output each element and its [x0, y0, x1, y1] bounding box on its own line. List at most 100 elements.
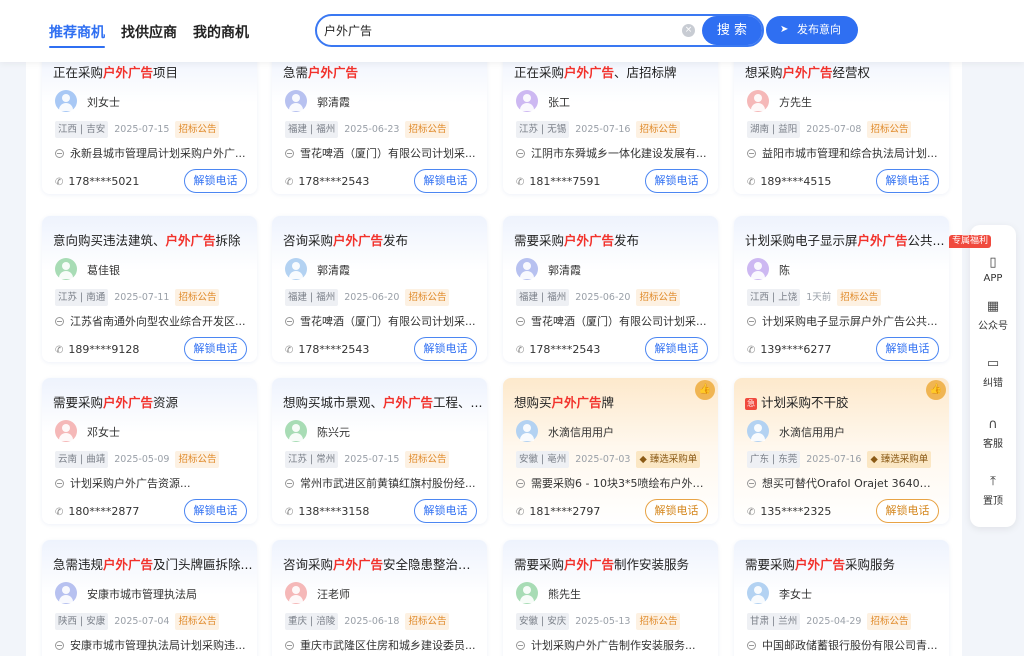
clear-icon[interactable]: × [682, 24, 695, 37]
card-meta: 安徽 | 亳州 2025-07-03 ◆ 臻选采购单 [516, 451, 701, 468]
unlock-phone-button[interactable]: 解锁电话 [876, 337, 939, 361]
unlock-phone-button[interactable]: 解锁电话 [645, 337, 708, 361]
post-date: 2025-07-15 [344, 454, 400, 465]
opportunity-card[interactable]: 意向购买违法建筑、户外广告拆除 葛佳银 江苏 | 南通 2025-07-11 招标公告江… [42, 216, 257, 362]
contact-name: 方先生 [779, 96, 812, 109]
tender-tag: 招标公告 [837, 289, 882, 306]
contact-name: 安康市城市管理执法局 [87, 588, 197, 601]
phone-icon: ✆ [285, 507, 294, 518]
card-title[interactable]: 需要采购户外广告资源 [53, 394, 253, 412]
contact-name: 汪老师 [317, 588, 350, 601]
unlock-phone-button[interactable]: 解锁电话 [184, 337, 247, 361]
phone-number: ✆ 180****2877 [55, 505, 139, 518]
tab-find-suppliers[interactable]: 找供应商 [121, 22, 177, 42]
location-tag: 福建 | 福州 [285, 121, 339, 138]
card-title[interactable]: 正在采购户外广告项目 [53, 64, 253, 82]
card-title[interactable]: 需要采购户外广告采购服务 [745, 556, 945, 574]
opportunity-card[interactable]: 正在采购户外广告、店招标牌 张工 江苏 | 无锡 2025-07-16 招标公告 江阴市东… [503, 48, 718, 194]
card-title[interactable]: 急需户外广告 [283, 64, 483, 82]
card-title[interactable]: 想采购户外广告经营权 [745, 64, 945, 82]
card-meta: 江西 | 上饶 1天前 招标公告 [747, 289, 882, 306]
opportunity-card[interactable]: 需要采购户外广告采购服务 李女士 甘肃 | 兰州 2025-04-29 招标公告 中国邮政… [734, 540, 949, 656]
sidebar-item-qrcode[interactable]: ▦ 公众号 [970, 299, 1016, 332]
contact-name: 郭清霞 [317, 96, 350, 109]
card-meta: 云南 | 曲靖 2025-05-09 招标公告 [55, 451, 220, 468]
card-title[interactable]: 计划采购电子显示屏户外广告公共... [745, 232, 945, 250]
tender-tag: 招标公告 [405, 613, 450, 630]
search-input[interactable] [324, 20, 674, 41]
unlock-phone-button[interactable]: 解锁电话 [876, 499, 939, 523]
location-tag: 甘肃 | 兰州 [747, 613, 801, 630]
card-meta: 陕西 | 安康 2025-07-04 招标公告 [55, 613, 220, 630]
title-prefix: 计划采购电子显示屏 [745, 233, 858, 248]
tab-my-opportunities[interactable]: 我的商机 [193, 22, 249, 42]
opportunity-card[interactable]: 急计划采购不干胶 👍 水滴信用用户 广东 | 东莞 2025-07-16 ◆ 臻选采购单想… [734, 378, 949, 524]
exclusive-benefit-badge[interactable]: 专属福利 [949, 235, 992, 248]
tender-tag: 招标公告 [867, 121, 912, 138]
card-title[interactable]: 想购买城市景观、户外广告工程、... [283, 394, 483, 412]
opportunity-card[interactable]: 需要采购户外广告资源 邓女士 云南 | 曲靖 2025-05-09 招标公告 计划采购户外… [42, 378, 257, 524]
phone-icon: ✆ [55, 345, 64, 356]
organization-text: 益阳市城市管理和综合执法局计划... [747, 146, 939, 162]
opportunity-card[interactable]: 急需户外广告 郭清霞 福建 | 福州 2025-06-23 招标公告 雪花啤酒（厦门）有限… [272, 48, 487, 194]
title-suffix: 发布 [614, 233, 640, 248]
phone-text: 178****2543 [298, 343, 370, 356]
avatar [285, 420, 307, 442]
card-title[interactable]: 需要采购户外广告制作安装服务 [514, 556, 714, 574]
unlock-phone-button[interactable]: 解锁电话 [876, 169, 939, 193]
sidebar-item-headset[interactable]: ∩ 客服 [970, 417, 1016, 450]
card-title[interactable]: 需要采购户外广告发布 [514, 232, 714, 250]
opportunity-card[interactable]: 咨询采购户外广告安全隐患整治工程 汪老师 重庆 | 涪陵 2025-06-18 招标公告… [272, 540, 487, 656]
unlock-phone-button[interactable]: 解锁电话 [414, 499, 477, 523]
opportunity-card[interactable]: 咨询采购户外广告发布 郭清霞 福建 | 福州 2025-06-20 招标公告 雪花啤酒（厦… [272, 216, 487, 362]
phone-number: ✆ 178****2543 [285, 343, 369, 356]
sidebar-item-label: APP [983, 273, 1003, 284]
unlock-phone-button[interactable]: 解锁电话 [645, 499, 708, 523]
card-meta: 江苏 | 无锡 2025-07-16 招标公告 [516, 121, 681, 138]
card-title[interactable]: 想购买户外广告牌 [514, 394, 714, 412]
phone-number: ✆ 135****2325 [747, 505, 831, 518]
unlock-phone-button[interactable]: 解锁电话 [414, 337, 477, 361]
opportunity-card[interactable]: 想购买户外广告牌 👍 水滴信用用户 安徽 | 亳州 2025-07-03 ◆ 臻选采购单需… [503, 378, 718, 524]
opportunity-card[interactable]: 急需违规户外广告及门头牌匾拆除... 安康市城市管理执法局陕西 | 安康 2025-… [42, 540, 257, 656]
publish-intent-button[interactable]: ➤ 发布意向 [766, 16, 858, 44]
sidebar-item-phone[interactable]: ▯ APP [970, 255, 1016, 284]
opportunity-card[interactable]: 需要采购户外广告发布 郭清霞 福建 | 福州 2025-06-20 招标公告 雪花啤酒（厦… [503, 216, 718, 362]
avatar [747, 420, 769, 442]
tab-recommended[interactable]: 推荐商机 [49, 22, 105, 48]
search-button[interactable]: 搜 索 [702, 16, 762, 45]
tender-tag: 招标公告 [636, 289, 681, 306]
card-title[interactable]: 咨询采购户外广告安全隐患整治工程 [283, 556, 483, 574]
card-title[interactable]: 急计划采购不干胶 [745, 394, 945, 412]
sidebar-item-top-arrow[interactable]: ⤒ 置顶 [970, 474, 1016, 507]
card-meta: 湖南 | 益阳 2025-07-08 招标公告 [747, 121, 912, 138]
sidebar-item-feedback[interactable]: ▭ 纠错 [970, 356, 1016, 389]
location-tag: 安徽 | 亳州 [516, 451, 570, 468]
location-tag: 福建 | 福州 [285, 289, 339, 306]
unlock-phone-button[interactable]: 解锁电话 [645, 169, 708, 193]
top-arrow-icon: ⤒ [990, 474, 996, 489]
opportunity-card[interactable]: 正在采购户外广告项目 刘女士 江西 | 吉安 2025-07-15 招标公告 永新县城市管… [42, 48, 257, 194]
phone-icon: ✆ [747, 177, 756, 188]
card-title[interactable]: 急需违规户外广告及门头牌匾拆除... [53, 556, 253, 574]
avatar [747, 258, 769, 280]
unlock-phone-button[interactable]: 解锁电话 [414, 169, 477, 193]
card-title[interactable]: 咨询采购户外广告发布 [283, 232, 483, 250]
organization-name: 雪花啤酒（厦门）有限公司计划采... [300, 315, 476, 328]
title-suffix: 公共... [907, 233, 945, 248]
unlock-phone-button[interactable]: 解锁电话 [184, 169, 247, 193]
tender-tag: 招标公告 [867, 613, 912, 630]
opportunity-card[interactable]: 想购买城市景观、户外广告工程、... 陈兴元 江苏 | 常州 2025-07-15 招标… [272, 378, 487, 524]
card-title[interactable]: 正在采购户外广告、店招标牌 [514, 64, 714, 82]
unlock-phone-button[interactable]: 解锁电话 [184, 499, 247, 523]
opportunity-card[interactable]: 需要采购户外广告制作安装服务 熊先生 安徽 | 安庆 2025-05-13 招标公告 计划… [503, 540, 718, 656]
card-title[interactable]: 意向购买违法建筑、户外广告拆除 [53, 232, 253, 250]
organization-name: 江苏省南通外向型农业综合开发区... [70, 315, 246, 328]
post-date: 2025-07-16 [575, 124, 631, 135]
contact-name: 熊先生 [548, 588, 581, 601]
post-date: 2025-05-09 [114, 454, 170, 465]
opportunity-card[interactable]: 计划采购电子显示屏户外广告公共... 陈江西 | 上饶 1天前 招标公告 计划采购电子显… [734, 216, 949, 362]
opportunity-card[interactable]: 想采购户外广告经营权方先生湖南 | 益阳 2025-07-08 招标公告益阳市城市管… [734, 48, 949, 194]
sidebar-item-label: 置顶 [983, 496, 1003, 507]
sidebar-item-label: 公众号 [978, 321, 1008, 332]
